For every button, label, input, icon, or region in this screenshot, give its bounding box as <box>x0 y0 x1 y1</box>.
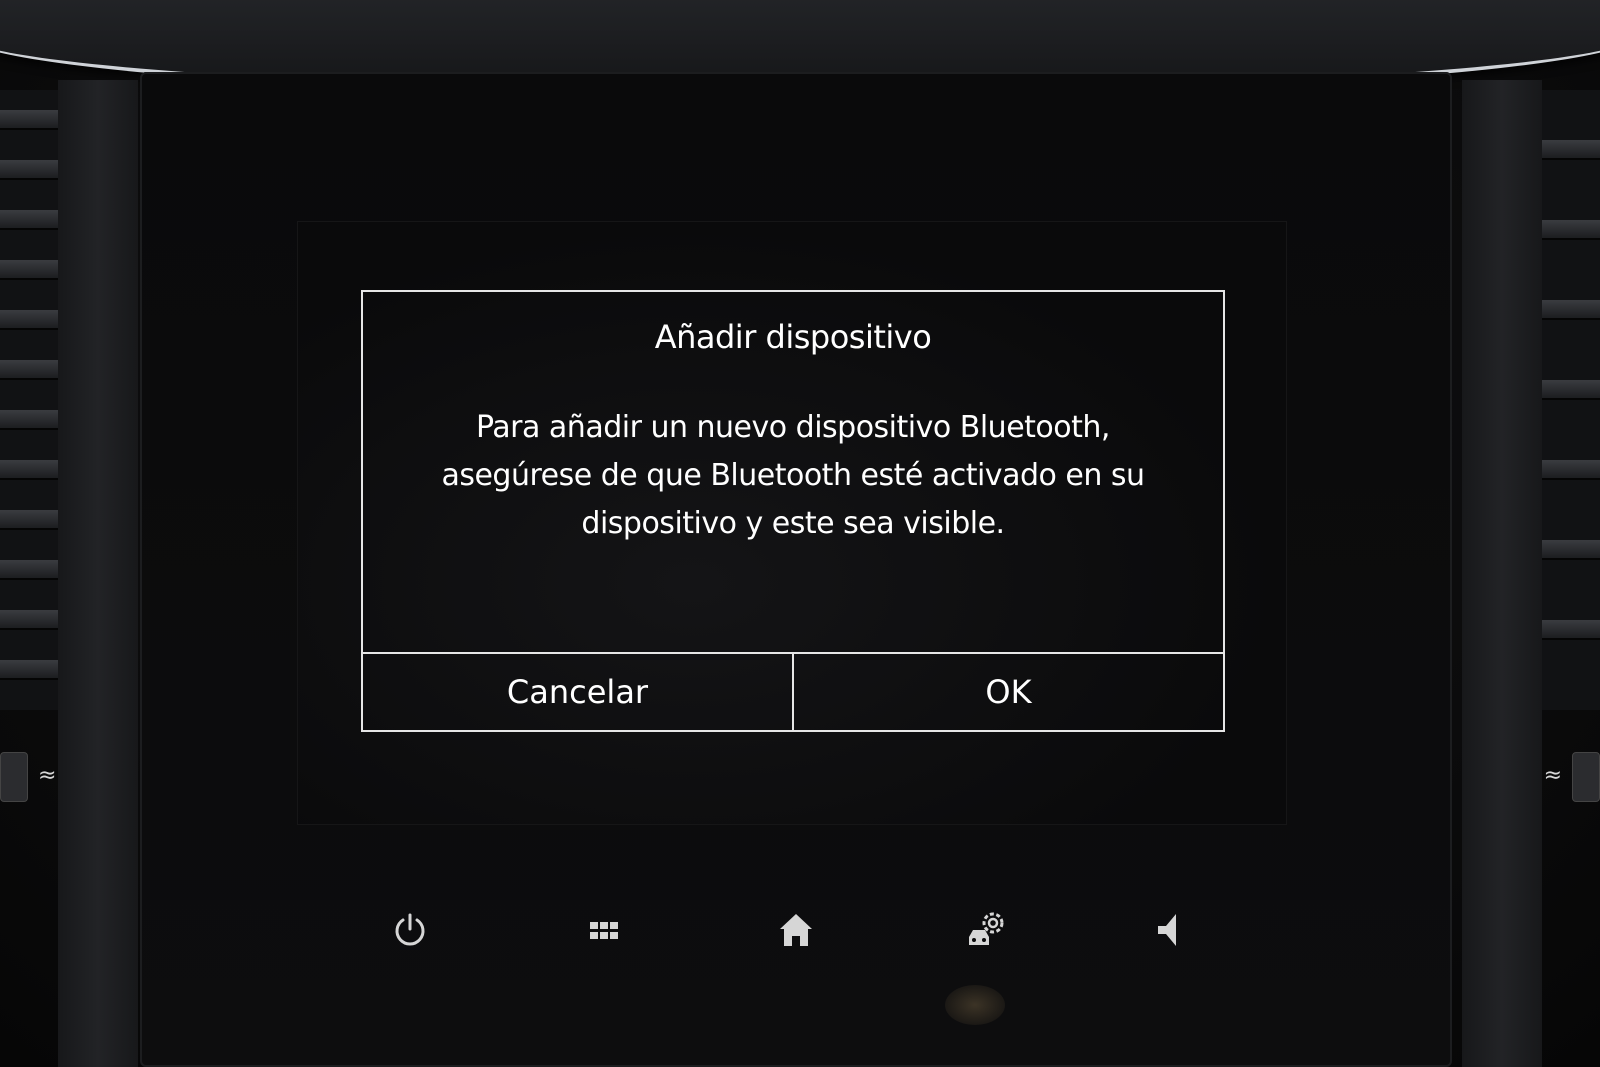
volume-icon <box>1158 914 1176 946</box>
dialog-actions: Cancelar OK <box>363 652 1223 730</box>
ok-button[interactable]: OK <box>794 654 1223 730</box>
power-icon <box>395 913 425 946</box>
vehicle-settings-button[interactable] <box>958 900 1018 960</box>
seat-heat-icon: ≈ <box>38 763 57 788</box>
home-icon <box>780 914 812 946</box>
air-vent-left <box>0 90 60 710</box>
add-device-dialog: Añadir dispositivo Para añadir un nuevo … <box>361 290 1225 732</box>
car-infotainment-scene: ≈ ≈ Añadir dispositivo Para añadir un nu… <box>0 0 1600 1067</box>
seat-heater-button-left[interactable] <box>0 752 28 802</box>
dialog-title: Añadir dispositivo <box>654 318 932 356</box>
apps-button[interactable] <box>576 900 636 960</box>
hardware-button-row <box>300 900 1290 960</box>
home-button[interactable] <box>766 900 826 960</box>
seat-heat-icon: ≈ <box>1543 763 1562 788</box>
apps-grid-icon <box>590 922 618 939</box>
side-panel-left <box>58 80 138 1067</box>
volume-button[interactable] <box>1140 900 1200 960</box>
reflection-glare <box>945 985 1005 1025</box>
seat-heater-button-right[interactable] <box>1572 752 1600 802</box>
air-vent-right <box>1540 90 1600 710</box>
side-panel-right <box>1462 80 1542 1067</box>
power-button[interactable] <box>380 900 440 960</box>
vehicle-settings-icon <box>969 912 1004 945</box>
cancel-button[interactable]: Cancelar <box>363 654 794 730</box>
dialog-message: Para añadir un nuevo dispositivo Bluetoo… <box>441 410 1145 541</box>
